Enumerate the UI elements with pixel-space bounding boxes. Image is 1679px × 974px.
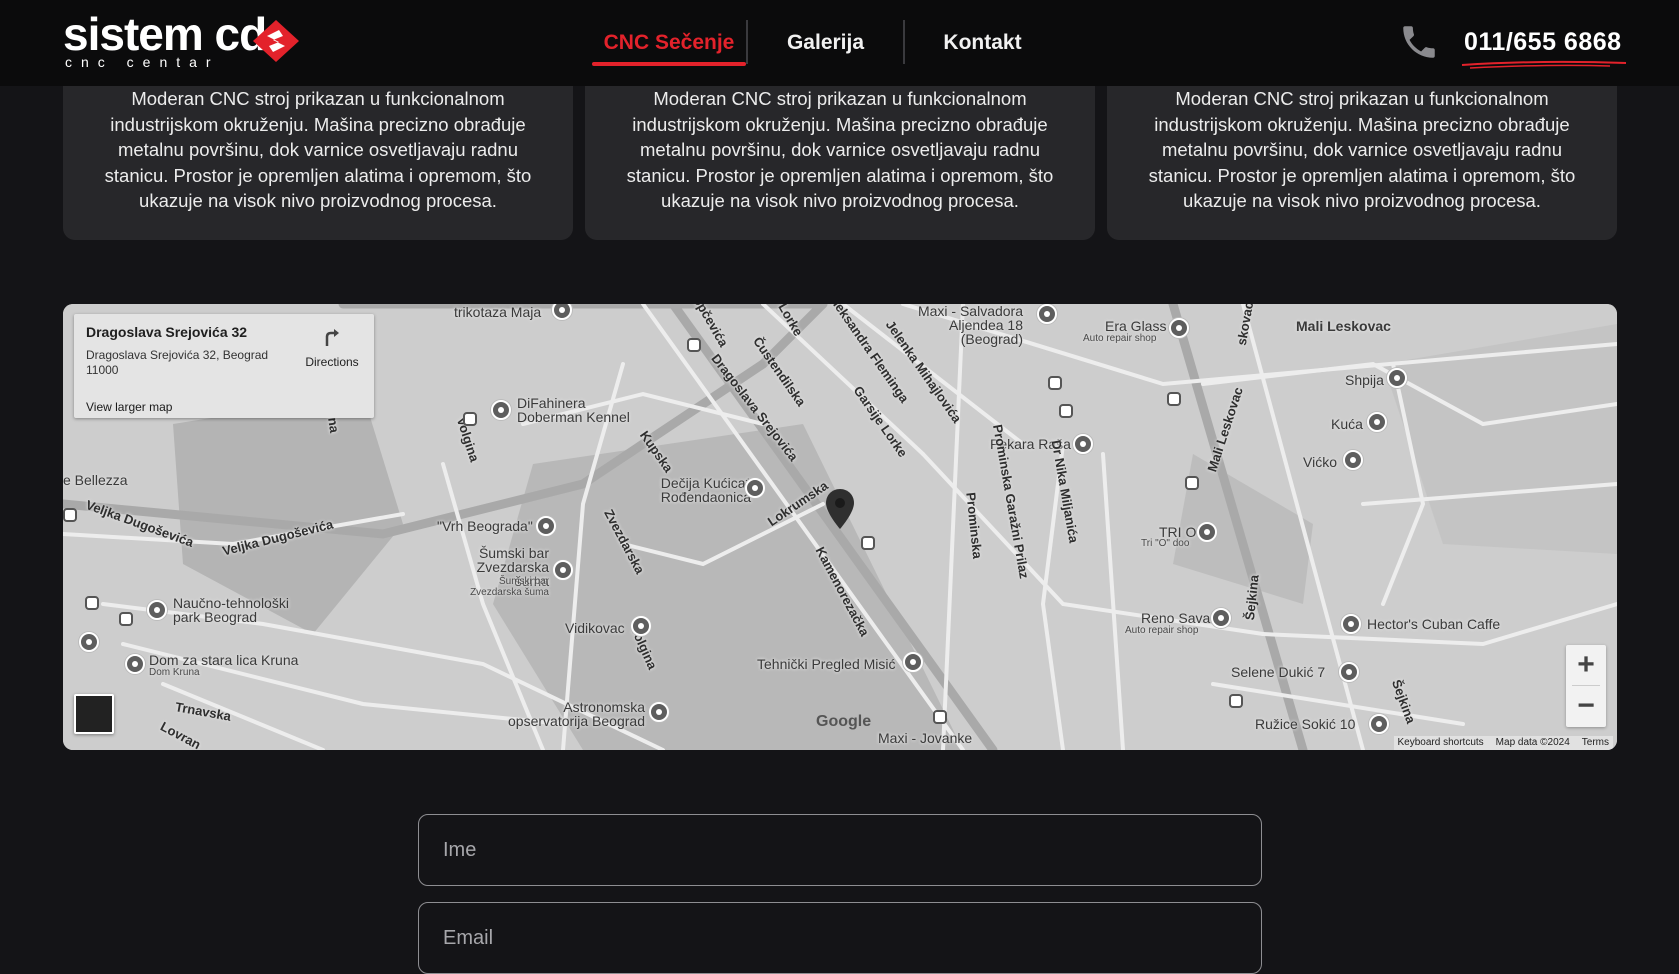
map-poi-marker[interactable] [1073,434,1093,454]
map-label: Maxi - Jovanke [878,730,973,746]
logo-mark-icon [253,20,299,62]
map-attribution: Keyboard shortcuts Map data ©2024 Terms [1393,736,1613,750]
map-poi-marker[interactable] [1211,608,1231,628]
map-label: Tehnički Pregled Misić [757,656,896,672]
map-label: Mali Leskovac [1296,318,1391,334]
map-poi-marker[interactable] [536,516,556,536]
satellite-toggle-button[interactable] [74,694,114,734]
google-logo: Google [816,713,872,730]
directions-button[interactable]: Directions [300,326,364,369]
zoom-out-button[interactable]: − [1566,686,1606,726]
phone-number-text: 011/655 6868 [1464,27,1622,56]
map-poi-marker[interactable] [1343,450,1363,470]
map-label: Selene Dukić 7 [1231,664,1326,680]
info-card: Moderan CNC stroj prikazan u funkcionaln… [1107,86,1617,240]
phone-link[interactable]: 011/655 6868 [1398,18,1627,69]
email-input[interactable] [418,902,1262,974]
map-poi-marker[interactable] [147,600,167,620]
map-poi-marker[interactable] [79,632,99,652]
card-text: Moderan CNC stroj prikazan u funkcionaln… [1148,88,1576,211]
map-label: Vidikovac [565,620,625,636]
map-label: Tri "O" doo [1141,538,1190,549]
map-data-text: Map data ©2024 [1495,737,1570,748]
map-poi-marker[interactable] [745,478,765,498]
info-card: Moderan CNC stroj prikazan u funkcionaln… [585,86,1095,240]
map-label: Astronomska opservatorija Beograd [508,699,645,729]
logo[interactable]: sistem cd cnc centar [63,8,313,72]
map-label: Dom Kruna [149,667,200,678]
zoom-in-button[interactable]: + [1566,645,1606,685]
embedded-map[interactable]: trikotaza Maja Maxi - Salvadora Aljendea… [63,304,1617,750]
nav-cnc-secenje[interactable]: CNC Sečenje [592,18,746,68]
map-label: Era Glass [1105,318,1167,334]
view-larger-map-link[interactable]: View larger map [86,400,172,414]
map-poi-marker[interactable] [1339,662,1359,682]
map-place-address: Dragoslava Srejovića 32, Beograd 11000 [86,348,269,377]
map-label: Maxi - Salvadora Aljendea 18 (Beograd) [917,304,1023,347]
map-poi-marker[interactable] [649,702,669,722]
map-zoom-controls: + − [1566,645,1606,727]
transit-stop-icon[interactable] [85,596,99,610]
map-poi-marker[interactable] [491,400,511,420]
map-label: Auto repair shop [1083,333,1157,344]
map-poi-marker[interactable] [1169,318,1189,338]
map-poi-marker[interactable] [125,654,145,674]
transit-stop-icon[interactable] [933,710,947,724]
name-input[interactable] [418,814,1262,886]
map-label: Dom za stara lica Kruna [149,652,299,668]
map-label: DiFahinera Doberman Kennel [517,395,630,425]
map-poi-marker[interactable] [631,616,651,636]
map-poi-marker[interactable] [1369,714,1389,734]
directions-label: Directions [305,355,359,369]
nav-kontakt[interactable]: Kontakt [905,18,1060,68]
nav-galerija[interactable]: Galerija [748,18,903,68]
map-poi-marker[interactable] [1197,522,1217,542]
map-label: trikotaza Maja [454,304,542,320]
map-poi-marker[interactable] [1367,412,1387,432]
map-poi-marker[interactable] [1387,368,1407,388]
logo-word: sistem cd [63,8,267,60]
card-text: Moderan CNC stroj prikazan u funkcionaln… [626,88,1054,211]
transit-stop-icon[interactable] [463,412,477,426]
main-nav: CNC Sečenje Galerija Kontakt [592,18,1060,68]
location-pin-icon[interactable] [826,489,854,529]
map-info-box: Dragoslava Srejovića 32 Dragoslava Srejo… [74,314,374,418]
map-label: Kuća [1331,416,1363,432]
transit-stop-icon[interactable] [119,612,133,626]
map-poi-marker[interactable] [903,652,923,672]
terms-link[interactable]: Terms [1582,737,1609,749]
map-label: Ružice Sokić 10 [1255,716,1356,732]
map-poi-marker[interactable] [1037,304,1057,324]
map-label: e Bellezza [63,472,128,488]
map-label: Auto repair shop [1125,625,1199,636]
logo-subtitle: cnc centar [65,54,220,70]
phone-underline-decoration [1461,60,1627,69]
transit-stop-icon[interactable] [1185,476,1199,490]
map-label: Vićko [1303,454,1337,470]
map-label: Šumski bar Zvezdarska šuma [470,576,549,598]
transit-stop-icon[interactable] [63,508,77,522]
transit-stop-icon[interactable] [1059,404,1073,418]
map-label: Dečija Kućica* Rođendaonica [660,475,751,505]
keyboard-shortcuts-link[interactable]: Keyboard shortcuts [1398,737,1484,749]
phone-number: 011/655 6868 [1461,27,1627,69]
transit-stop-icon[interactable] [1167,392,1181,406]
cards-row: Moderan CNC stroj prikazan u funkcionaln… [63,86,1617,240]
directions-icon [325,329,339,346]
transit-stop-icon[interactable] [861,536,875,550]
transit-stop-icon[interactable] [1048,376,1062,390]
map-label: "Vrh Beograda" [437,518,533,534]
map-label: Shpija [1345,372,1384,388]
phone-icon [1403,26,1435,58]
site-header: sistem cd cnc centar CNC Sečenje Galerij… [0,0,1679,86]
map-poi-marker[interactable] [1341,614,1361,634]
map-label: Hector's Cuban Caffe [1367,616,1501,632]
info-card: Moderan CNC stroj prikazan u funkcionaln… [63,86,573,240]
card-text: Moderan CNC stroj prikazan u funkcionaln… [104,88,532,211]
transit-stop-icon[interactable] [1229,694,1243,708]
map-label: Naučno-tehnološki park Beograd [173,595,289,625]
map-label: Reno Sava [1141,610,1211,626]
map-poi-marker[interactable] [553,560,573,580]
transit-stop-icon[interactable] [687,338,701,352]
